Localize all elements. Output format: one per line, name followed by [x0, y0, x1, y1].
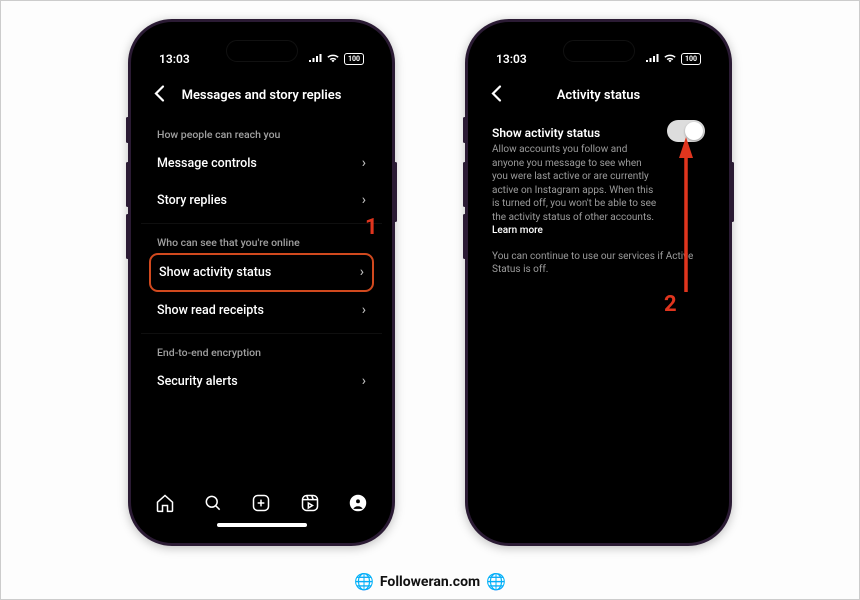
- home-icon[interactable]: [155, 493, 175, 517]
- wifi-icon: [326, 52, 340, 66]
- wifi-icon: [663, 52, 677, 66]
- signal-icon: [645, 52, 659, 66]
- watermark-text: Followeran.com: [380, 574, 480, 590]
- watermark: 🌐 Followeran.com 🌐: [354, 572, 506, 591]
- row-label: Story replies: [157, 193, 227, 208]
- home-indicator: [217, 523, 307, 527]
- chevron-right-icon: ›: [362, 302, 366, 318]
- section-header-online: Who can see that you're online: [157, 236, 366, 249]
- status-time: 13:03: [159, 52, 190, 66]
- globe-icon: 🌐: [486, 572, 506, 591]
- page-title: Messages and story replies: [182, 88, 342, 103]
- activity-status-content: Show activity status Allow accounts you …: [478, 116, 719, 533]
- highlight-box: Show activity status ›: [149, 253, 374, 292]
- phone-mockup-right: 13:03 100 Activity status: [465, 19, 732, 546]
- row-label: Security alerts: [157, 374, 238, 389]
- setting-heading: Show activity status: [492, 126, 657, 140]
- setting-note: You can continue to use our services if …: [492, 250, 705, 277]
- nav-bar: Messages and story replies: [141, 74, 382, 116]
- row-label: Show read receipts: [157, 303, 264, 318]
- section-header-encryption: End-to-end encryption: [157, 346, 366, 359]
- row-security-alerts[interactable]: Security alerts ›: [155, 363, 368, 400]
- activity-status-toggle[interactable]: [667, 120, 705, 142]
- learn-more-link[interactable]: Learn more: [492, 225, 543, 236]
- search-icon[interactable]: [203, 493, 223, 517]
- chevron-right-icon: ›: [362, 155, 366, 171]
- battery-icon: 100: [344, 53, 364, 65]
- signal-icon: [308, 52, 322, 66]
- setting-description: Allow accounts you follow and anyone you…: [492, 143, 657, 238]
- row-message-controls[interactable]: Message controls ›: [155, 145, 368, 182]
- create-icon[interactable]: [251, 493, 271, 517]
- row-story-replies[interactable]: Story replies ›: [155, 182, 368, 219]
- reels-icon[interactable]: [300, 493, 320, 517]
- page-title: Activity status: [557, 88, 640, 103]
- dynamic-island: [226, 40, 298, 62]
- chevron-right-icon: ›: [360, 264, 364, 280]
- phone-mockup-left: 13:03 100 Messages and story replies: [128, 19, 395, 546]
- dynamic-island: [563, 40, 635, 62]
- battery-icon: 100: [681, 53, 701, 65]
- back-button[interactable]: [490, 85, 502, 106]
- row-label: Message controls: [157, 156, 257, 171]
- globe-icon: 🌐: [354, 572, 374, 591]
- status-time: 13:03: [496, 52, 527, 66]
- back-button[interactable]: [153, 85, 165, 106]
- settings-list: How people can reach you Message control…: [141, 116, 382, 483]
- row-show-activity-status[interactable]: Show activity status ›: [159, 261, 364, 284]
- section-header-reach: How people can reach you: [157, 128, 366, 141]
- profile-icon[interactable]: [348, 493, 368, 517]
- row-show-read-receipts[interactable]: Show read receipts ›: [155, 292, 368, 329]
- chevron-right-icon: ›: [362, 373, 366, 389]
- nav-bar: Activity status: [478, 74, 719, 116]
- chevron-right-icon: ›: [362, 192, 366, 208]
- row-label: Show activity status: [159, 265, 271, 280]
